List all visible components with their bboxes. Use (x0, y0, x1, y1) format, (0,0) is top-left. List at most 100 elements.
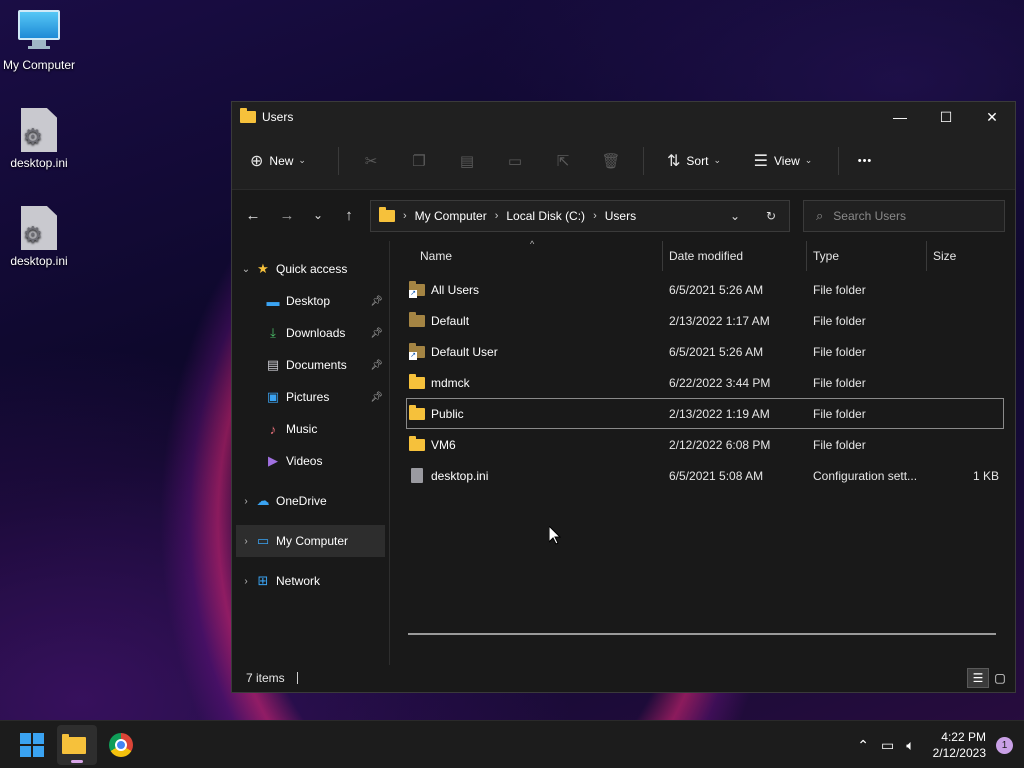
file-row-default-user[interactable]: ↗ Default User 6/5/2021 5:26 AM File fold… (406, 336, 1004, 367)
desktop-icon-desktop-ini-2[interactable]: ⚙ desktop.ini (0, 206, 78, 268)
file-row-mdmck[interactable]: mdmck 6/22/2022 3:44 PM File folder (406, 367, 1004, 398)
notification-badge[interactable]: 1 (996, 736, 1013, 754)
view-button[interactable]: ☰ View ⌄ (736, 145, 830, 177)
item-count: 7 items (246, 671, 285, 685)
breadcrumb-users[interactable]: Users (605, 209, 636, 223)
details-view-button[interactable]: ☰ (967, 668, 989, 688)
column-header-type[interactable]: Type (806, 241, 926, 271)
file-name: All Users (431, 282, 480, 297)
taskbar-chrome[interactable] (101, 725, 141, 765)
paste-button[interactable]: ▤ (443, 145, 491, 177)
file-list-pane: ^ Name Date modified Type Size ↗ All User… (390, 239, 1015, 665)
divider (643, 146, 644, 175)
cut-button[interactable]: ✂ (347, 145, 395, 177)
minimize-button[interactable]: — (877, 102, 923, 132)
nav-downloads[interactable]: ⤓ Downloads 📌︎ (232, 317, 389, 349)
desktop-icon-label: desktop.ini (10, 254, 68, 268)
settings-file-icon (411, 468, 423, 483)
more-options-button[interactable]: ••• (847, 145, 883, 177)
address-bar[interactable]: › My Computer › Local Disk (C:) › Users … (370, 200, 790, 232)
nav-network[interactable]: › ⊞ Network (232, 565, 389, 597)
file-explorer-window: Users — ☐ ✕ ⊕ New ⌄ ✂ ❐ ▤ ▭ ⇱ 🗑︎ ⇅ Sort … (231, 101, 1016, 693)
nav-label: Music (286, 422, 318, 436)
document-icon: ▤ (266, 357, 280, 372)
picture-icon: ▣ (266, 389, 280, 404)
file-row-public[interactable]: Public 2/13/2022 1:19 AM File folder (406, 398, 1004, 429)
file-name: mdmck (431, 375, 470, 390)
recent-locations-button[interactable]: ⌄ (304, 208, 332, 222)
copy-button[interactable]: ❐ (395, 145, 443, 177)
file-row-all-users[interactable]: ↗ All Users 6/5/2021 5:26 AM File folder (406, 274, 1004, 305)
horizontal-scrollbar[interactable] (408, 633, 996, 635)
file-row-default[interactable]: Default 2/13/2022 1:17 AM File folder (406, 305, 1004, 336)
nav-onedrive[interactable]: › ☁ OneDrive (232, 485, 389, 517)
folder-icon (409, 404, 425, 420)
file-row-desktop-ini[interactable]: desktop.ini 6/5/2021 5:08 AM Configurati… (406, 460, 1004, 491)
chevron-down-icon: ⌄ (241, 263, 251, 275)
show-hidden-icons-button[interactable]: ⌃ (857, 737, 869, 754)
network-status-icon[interactable]: ▭ (881, 737, 894, 754)
nav-music[interactable]: ♪ Music (232, 413, 389, 445)
folder-icon (240, 108, 256, 123)
desktop-icon: ▬ (266, 293, 280, 309)
nav-documents[interactable]: ▤ Documents 📌︎ (232, 349, 389, 381)
sort-button[interactable]: ⇅ Sort ⌄ (652, 145, 736, 177)
maximize-button[interactable]: ☐ (923, 102, 969, 132)
forward-button[interactable]: → (270, 207, 304, 224)
chevron-right-icon: › (494, 210, 499, 222)
desktop-icon-desktop-ini-1[interactable]: ⚙ desktop.ini (0, 108, 78, 170)
taskbar-file-explorer[interactable] (57, 725, 97, 765)
start-button[interactable] (12, 725, 52, 765)
nav-quick-access[interactable]: ⌄ ★ Quick access (232, 253, 389, 285)
search-input[interactable] (833, 209, 984, 223)
delete-button[interactable]: 🗑︎ (587, 145, 635, 177)
close-button[interactable]: ✕ (969, 102, 1015, 132)
up-button[interactable]: ↑ (332, 207, 366, 224)
view-label: View (774, 153, 800, 168)
search-box[interactable]: ⌕ (803, 200, 1005, 232)
volume-icon[interactable]: 🔈︎ (906, 737, 914, 754)
nav-my-computer[interactable]: › ▭ My Computer (236, 525, 385, 557)
cloud-icon: ☁ (256, 493, 270, 508)
refresh-button[interactable]: ↻ (753, 209, 789, 223)
rename-button[interactable]: ▭ (491, 145, 539, 177)
clock[interactable]: 4:22 PM 2/12/2023 (933, 729, 986, 761)
chevron-down-icon: ⌄ (804, 155, 813, 165)
breadcrumb-local-disk[interactable]: Local Disk (C:) (506, 209, 585, 223)
address-history-button[interactable]: ⌄ (717, 209, 753, 223)
settings-file-icon: ⚙ (17, 206, 61, 250)
nav-desktop[interactable]: ▬ Desktop 📌︎ (232, 285, 389, 317)
monitor-icon (17, 10, 61, 54)
back-button[interactable]: ← (236, 207, 270, 224)
column-header-name[interactable]: Name (414, 241, 662, 271)
new-button[interactable]: ⊕ New ⌄ (250, 145, 330, 177)
status-bar: 7 items ☰ ▢ (232, 664, 1015, 692)
folder-shortcut-icon: ↗ (409, 280, 425, 298)
pin-icon: 📌︎ (370, 359, 383, 371)
clock-date: 2/12/2023 (932, 746, 986, 760)
chrome-icon (109, 733, 133, 757)
arrow-right-icon: → (279, 206, 295, 224)
music-icon: ♪ (269, 421, 277, 437)
view-list-icon: ☰ (753, 152, 768, 170)
tiles-view-button[interactable]: ▢ (989, 668, 1011, 688)
file-row-vm6[interactable]: VM6 2/12/2022 6:08 PM File folder (406, 429, 1004, 460)
share-button[interactable]: ⇱ (539, 145, 587, 177)
settings-file-icon: ⚙ (17, 108, 61, 152)
nav-label: Videos (286, 454, 323, 468)
desktop-icon-my-computer[interactable]: My Computer (0, 10, 78, 72)
system-tray: ⌃ ▭ 🔈︎ 4:22 PM 2/12/2023 1 (851, 721, 1024, 768)
column-header-date-modified[interactable]: Date modified (662, 241, 806, 271)
arrow-up-icon: ↑ (345, 206, 353, 224)
copy-icon: ❐ (412, 152, 426, 170)
file-date: 6/22/2022 3:44 PM (669, 375, 771, 390)
nav-label: My Computer (276, 534, 349, 548)
breadcrumb-my-computer[interactable]: My Computer (415, 209, 487, 223)
nav-videos[interactable]: ▶ Videos (232, 445, 389, 477)
address-row: ← → ⌄ ↑ › My Computer › Local Disk (C:) … (232, 190, 1015, 240)
pin-icon: 📌︎ (370, 327, 383, 339)
column-header-size[interactable]: Size (926, 241, 1006, 271)
nav-pictures[interactable]: ▣ Pictures 📌︎ (232, 381, 389, 413)
file-type: File folder (813, 437, 866, 452)
title-bar[interactable]: Users — ☐ ✕ (232, 102, 1015, 132)
